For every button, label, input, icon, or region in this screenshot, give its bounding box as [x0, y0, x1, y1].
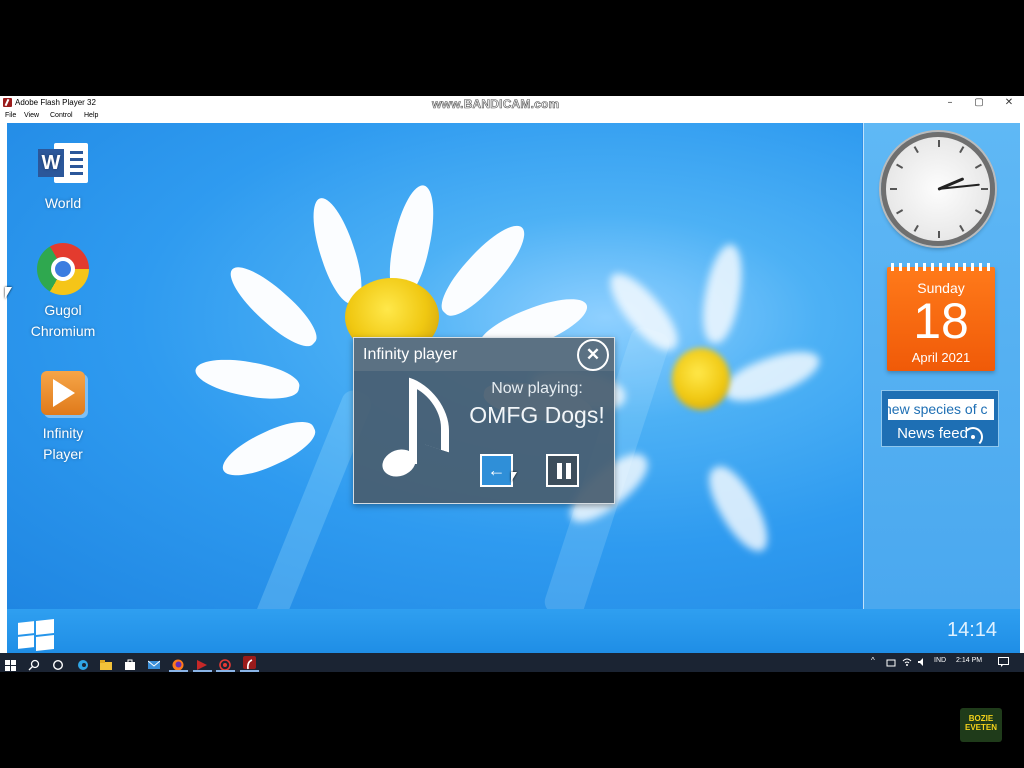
infinity-player-dialog: Infinity player ✕ Now playing: OMFG Dogs…: [353, 337, 615, 504]
bandicam-icon[interactable]: [216, 656, 235, 672]
clock-tick: [959, 224, 965, 232]
action-center-icon[interactable]: [998, 657, 1009, 669]
tray-chevron-icon[interactable]: ^: [871, 656, 875, 665]
desktop-icon-label: World: [44, 195, 82, 211]
clock-tick: [896, 209, 904, 215]
back-button[interactable]: ←: [480, 454, 513, 487]
word-icon: W: [36, 141, 90, 187]
news-ticker[interactable]: new species of c: [888, 399, 994, 420]
calendar-date: 18: [913, 293, 969, 349]
news-feed-gadget[interactable]: new species of c News feed: [881, 390, 999, 447]
clock-tick: [974, 209, 982, 215]
wallpaper-petal: [718, 341, 826, 410]
edge-icon[interactable]: [77, 656, 90, 670]
hand-cursor: [511, 472, 517, 482]
calendar-gadget[interactable]: Sunday 18 April 2021: [887, 263, 995, 371]
wallpaper-petal: [216, 412, 322, 486]
close-window-button[interactable]: ✕: [1002, 97, 1016, 108]
track-title: OMFG Dogs!: [469, 402, 605, 428]
news-feed-label-row: News feed: [882, 425, 998, 447]
wallpaper-petal: [431, 215, 536, 326]
desktop-icon-label: Infinity: [42, 425, 84, 441]
bandicam-watermark: www.BANDICAM.com: [432, 97, 560, 112]
search-icon[interactable]: [28, 656, 41, 671]
tray-language[interactable]: IND: [934, 657, 946, 664]
flash-app-icon: [3, 98, 12, 107]
rss-icon: [962, 427, 983, 447]
clock-gadget[interactable]: [881, 132, 995, 246]
mail-icon[interactable]: [147, 656, 161, 669]
tray-network-icon[interactable]: [886, 657, 896, 669]
menu-bar: File View Control Help: [0, 110, 1024, 123]
channel-logo-line2: EVETEN: [964, 723, 997, 732]
clock-tick: [938, 231, 940, 238]
tray-wifi-icon[interactable]: [902, 657, 912, 669]
pause-button[interactable]: [546, 454, 579, 487]
tray-volume-icon[interactable]: [917, 657, 927, 669]
desktop-icon-infinity-player[interactable]: Infinity Player: [15, 371, 111, 465]
clock-tick: [913, 146, 919, 154]
clock-tick: [896, 163, 904, 169]
now-playing-label: Now playing:: [491, 380, 583, 397]
clock-tick: [981, 188, 988, 190]
desktop-icon-word[interactable]: W World: [15, 141, 111, 214]
news-ticker-text: new species of c: [888, 401, 988, 417]
video-letterbox-top: [0, 0, 1024, 96]
maximize-button[interactable]: ▢: [972, 97, 986, 108]
mouse-cursor: [5, 287, 12, 299]
menu-view[interactable]: View: [24, 112, 39, 119]
title-bar[interactable]: Adobe Flash Player 32 www.BANDICAM.com –…: [0, 96, 1024, 112]
clock-tick: [913, 224, 919, 232]
menu-file[interactable]: File: [5, 112, 16, 119]
desktop-icon-label: Player: [43, 446, 83, 462]
minimize-button[interactable]: –: [943, 97, 957, 108]
calendar-month-year: April 2021: [911, 350, 971, 365]
player-title-bar: Infinity player: [354, 338, 614, 371]
windows-taskbar: ^ IND 2:14 PM: [0, 653, 1024, 672]
infinity-player-icon: [41, 371, 85, 415]
windows-logo-icon[interactable]: [18, 619, 54, 651]
app-icon[interactable]: [193, 656, 212, 672]
player-close-button[interactable]: ✕: [577, 339, 609, 371]
news-feed-label: News feed: [897, 425, 968, 442]
menu-help[interactable]: Help: [84, 112, 98, 119]
desktop-icon-chromium[interactable]: Gugol Chromium: [15, 243, 111, 342]
player-title: Infinity player: [363, 346, 458, 363]
back-arrow-icon: ←: [487, 460, 506, 480]
firefox-icon[interactable]: [169, 656, 188, 672]
store-icon[interactable]: [124, 656, 137, 670]
desktop-icon-label: Gugol: [44, 302, 82, 318]
desktop-icon-label: Chromium: [30, 323, 96, 339]
tray-clock[interactable]: 2:14 PM: [956, 657, 982, 664]
wallpaper-flower-center: [672, 348, 730, 410]
flash-stage: W World Gugol Chromium Infinity Player S…: [7, 123, 1020, 653]
chrome-icon: [37, 243, 89, 295]
file-explorer-icon[interactable]: [100, 656, 113, 670]
clock-tick: [974, 163, 982, 169]
clock-tick: [938, 140, 940, 147]
window-title: Adobe Flash Player 32: [15, 98, 96, 107]
music-note-icon: [378, 377, 452, 484]
wallpaper-petal: [192, 353, 302, 405]
channel-logo: BOZIE EVETEN: [960, 708, 1002, 742]
stage-bottom-bar: 14:14: [7, 609, 1020, 653]
wallpaper-petal: [699, 459, 779, 560]
wallpaper-petal: [220, 256, 326, 356]
start-icon[interactable]: [5, 656, 18, 671]
clock-tick: [890, 188, 897, 190]
menu-control[interactable]: Control: [50, 112, 73, 119]
calendar-rings: [891, 263, 991, 271]
clock-tick: [959, 146, 965, 154]
stage-clock-time: 14:14: [947, 619, 998, 641]
cortana-icon[interactable]: [52, 656, 65, 671]
channel-logo-line1: BOZIE: [968, 714, 994, 723]
video-letterbox-bottom: [0, 672, 1024, 768]
flash-player-icon[interactable]: [240, 656, 259, 672]
wallpaper-petal: [697, 241, 749, 346]
